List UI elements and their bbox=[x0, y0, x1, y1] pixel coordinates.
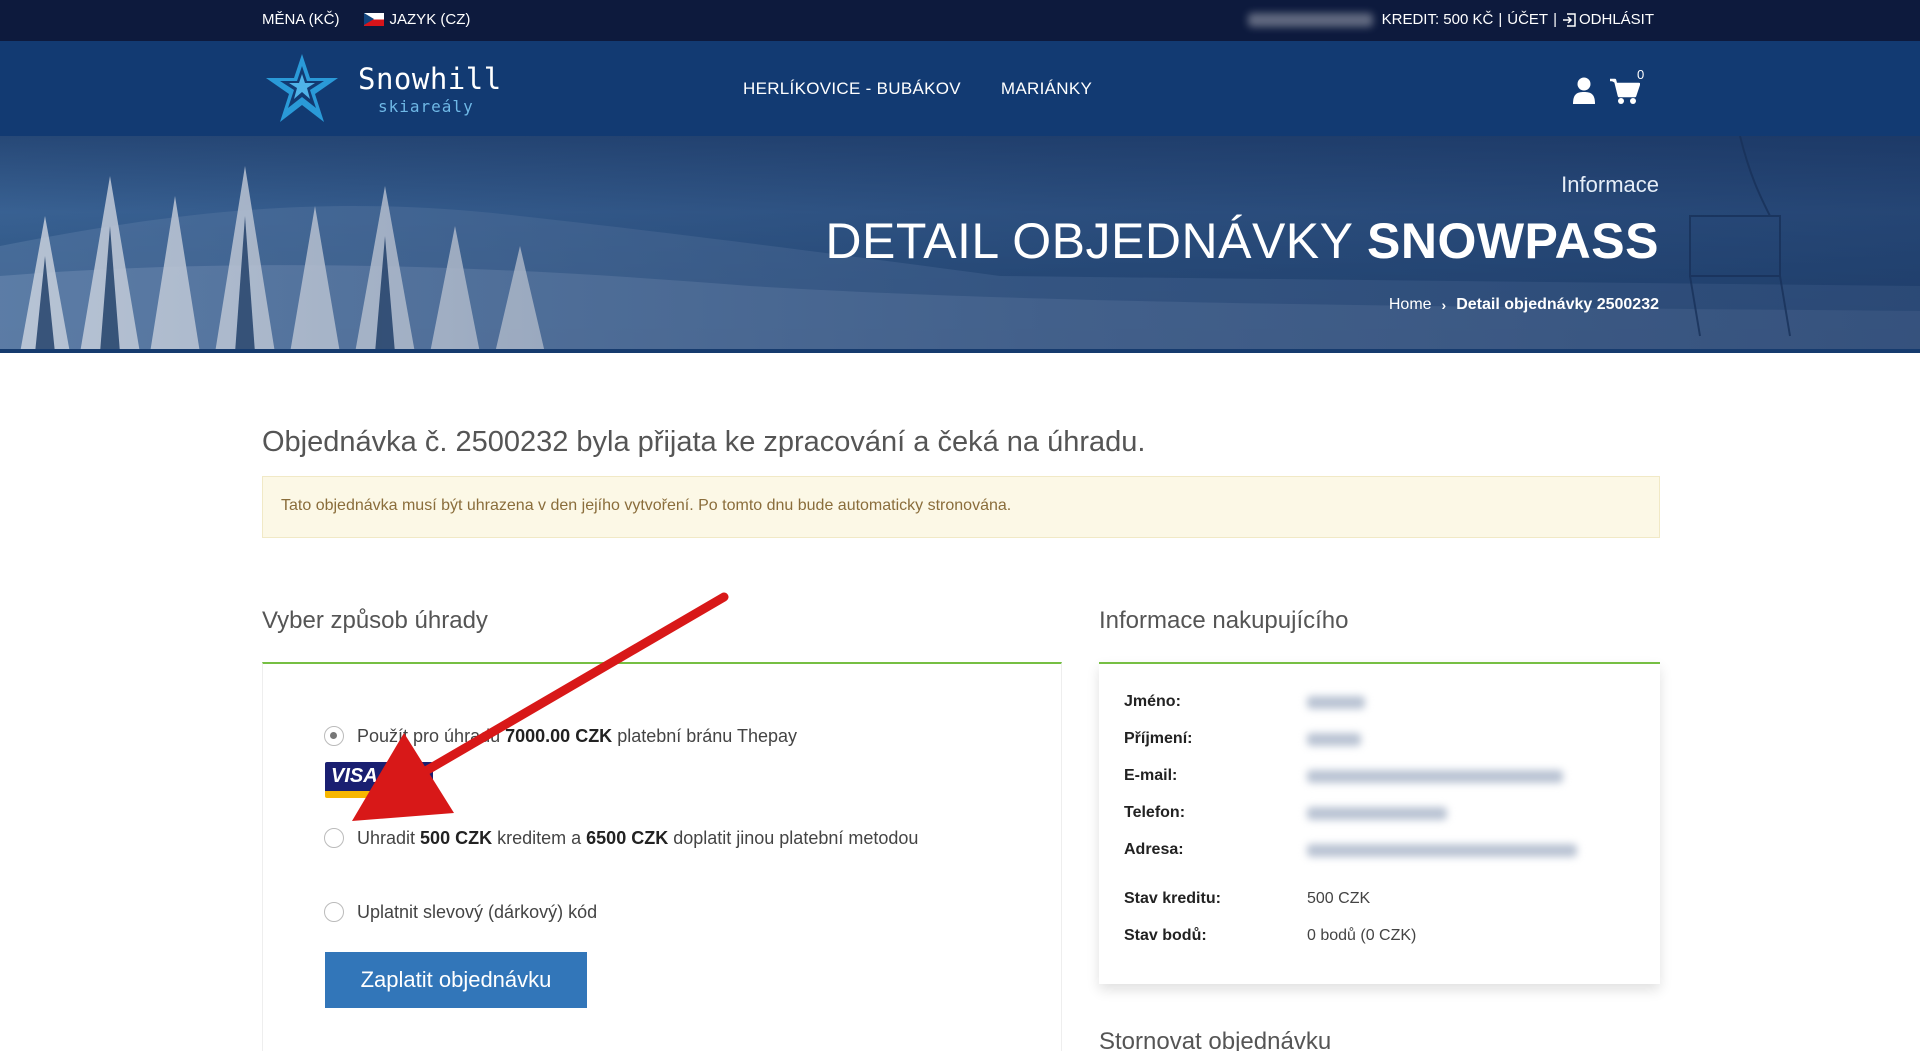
buyer-value-redacted bbox=[1307, 770, 1563, 783]
visa-logo-text: VISA bbox=[325, 762, 433, 791]
nav-item-herlikovice[interactable]: HERLÍKOVICE - BUBÁKOV bbox=[743, 79, 961, 99]
payment-option-credit-label: Uhradit 500 CZK kreditem a 6500 CZK dopl… bbox=[357, 822, 918, 855]
logo-subtitle: skiareály bbox=[378, 97, 474, 116]
buyer-row-phone: Telefon: bbox=[1124, 804, 1447, 822]
credit-label: KREDIT: 500 KČ bbox=[1381, 11, 1494, 28]
snowhill-logo[interactable]: Snowhill skiareály bbox=[262, 52, 501, 124]
buyer-row-last-name: Příjmení: bbox=[1124, 730, 1361, 748]
visa-card-icon: VISA bbox=[325, 762, 433, 798]
separator: | bbox=[1553, 11, 1557, 28]
pay-order-button[interactable]: Zaplatit objednávku bbox=[325, 952, 587, 1008]
page-title-light: DETAIL OBJEDNÁVKY bbox=[825, 213, 1353, 269]
payment-method-title: Vyber způsob úhrady bbox=[262, 607, 488, 634]
payment-option-discount-label: Uplatnit slevový (dárkový) kód bbox=[357, 902, 598, 922]
logout-link[interactable]: ODHLÁSIT bbox=[1562, 11, 1654, 28]
option-rest-amount: 6500 CZK bbox=[586, 828, 669, 848]
payment-option-credit[interactable]: Uhradit 500 CZK kreditem a 6500 CZK dopl… bbox=[324, 822, 944, 855]
buyer-info-panel: Jméno: Příjmení: E-mail: Telefon: Adresa… bbox=[1099, 662, 1660, 984]
buyer-label: E-mail: bbox=[1124, 767, 1178, 784]
breadcrumb-current: Detail objednávky 2500232 bbox=[1456, 296, 1659, 313]
logout-label: ODHLÁSIT bbox=[1578, 11, 1654, 28]
payment-method-panel: Použít pro úhradu 7000.00 CZK platební b… bbox=[262, 662, 1062, 1051]
payment-option-thepay[interactable]: Použít pro úhradu 7000.00 CZK platební b… bbox=[324, 720, 797, 753]
hero-label: Informace bbox=[1561, 172, 1659, 197]
buyer-row-address: Adresa: bbox=[1124, 841, 1577, 859]
credit-status-label: Stav kreditu: bbox=[1124, 890, 1221, 907]
payment-option-discount-code[interactable]: Uplatnit slevový (dárkový) kód bbox=[324, 896, 597, 929]
czech-flag-icon bbox=[363, 13, 384, 26]
option-text: Použít pro úhradu bbox=[357, 726, 501, 746]
top-bar-left: MĚNA (KČ) JAZYK (CZ) bbox=[262, 11, 470, 28]
buyer-label: Telefon: bbox=[1124, 804, 1186, 821]
page-title-bold: SNOWPASS bbox=[1367, 213, 1659, 269]
user-icon[interactable] bbox=[1572, 77, 1596, 104]
user-name-redacted bbox=[1247, 12, 1373, 27]
radio-discount-code[interactable] bbox=[324, 902, 344, 922]
currency-selector[interactable]: MĚNA (KČ) bbox=[262, 11, 340, 28]
radio-credit[interactable] bbox=[324, 828, 344, 848]
hero-divider bbox=[0, 349, 1920, 353]
cart-count-badge: 0 bbox=[1637, 67, 1645, 82]
cancel-order-title: Stornovat objednávku bbox=[1099, 1028, 1332, 1051]
account-link[interactable]: ÚČET bbox=[1507, 11, 1548, 28]
option-text: Uhradit bbox=[357, 828, 416, 848]
buyer-info-title: Informace nakupujícího bbox=[1099, 607, 1349, 634]
star-logo-icon bbox=[266, 54, 338, 122]
main-navbar: Snowhill skiareály HERLÍKOVICE - BUBÁKOV… bbox=[0, 41, 1920, 136]
cart-icon[interactable] bbox=[1610, 78, 1640, 105]
buyer-row-credit: Stav kreditu: 500 CZK bbox=[1124, 890, 1370, 908]
buyer-label: Jméno: bbox=[1124, 693, 1181, 710]
buyer-label: Adresa: bbox=[1124, 841, 1184, 858]
buyer-value-redacted bbox=[1307, 696, 1365, 709]
top-bar: MĚNA (KČ) JAZYK (CZ) KREDIT: 500 KČ | ÚČ… bbox=[0, 0, 1920, 41]
payment-option-thepay-label: Použít pro úhradu 7000.00 CZK platební b… bbox=[357, 720, 797, 753]
nav-links: HERLÍKOVICE - BUBÁKOV MARIÁNKY bbox=[743, 79, 1092, 99]
buyer-label: Příjmení: bbox=[1124, 730, 1193, 747]
buyer-row-points: Stav bodů: 0 bodů (0 CZK) bbox=[1124, 927, 1416, 945]
order-status-heading: Objednávka č. 2500232 byla přijata ke zp… bbox=[262, 426, 1146, 458]
hero-banner: Informace DETAIL OBJEDNÁVKY SNOWPASS Hom… bbox=[0, 136, 1920, 353]
breadcrumb: Home › Detail objednávky 2500232 bbox=[1389, 296, 1659, 314]
buyer-value-redacted bbox=[1307, 733, 1361, 746]
top-bar-right: KREDIT: 500 KČ | ÚČET | ODHLÁSIT bbox=[1247, 11, 1654, 28]
page-title: DETAIL OBJEDNÁVKY SNOWPASS bbox=[825, 212, 1659, 270]
logout-icon bbox=[1562, 12, 1576, 27]
buyer-value-redacted bbox=[1307, 844, 1577, 857]
option-amount: 7000.00 CZK bbox=[505, 726, 613, 746]
alert-text: Tato objednávka musí být uhrazena v den … bbox=[281, 497, 1012, 514]
option-text: kreditem a bbox=[497, 828, 582, 848]
radio-thepay[interactable] bbox=[324, 726, 344, 746]
buyer-row-email: E-mail: bbox=[1124, 767, 1563, 785]
language-selector[interactable]: JAZYK (CZ) bbox=[363, 11, 471, 28]
separator: | bbox=[1498, 11, 1503, 28]
breadcrumb-home[interactable]: Home bbox=[1389, 296, 1432, 314]
breadcrumb-chevron-icon: › bbox=[1441, 297, 1447, 313]
credit-status-value: 500 CZK bbox=[1307, 890, 1371, 907]
language-label: JAZYK (CZ) bbox=[389, 11, 471, 28]
nav-item-marianky[interactable]: MARIÁNKY bbox=[1001, 79, 1092, 99]
logo-brand: Snowhill bbox=[358, 62, 502, 96]
payment-deadline-alert: Tato objednávka musí být uhrazena v den … bbox=[262, 476, 1660, 538]
visa-logo-stripe bbox=[325, 791, 433, 798]
option-text: doplatit jinou platební metodou bbox=[673, 828, 919, 848]
option-credit-amount: 500 CZK bbox=[420, 828, 493, 848]
buyer-row-first-name: Jméno: bbox=[1124, 693, 1365, 711]
buyer-value-redacted bbox=[1307, 807, 1447, 820]
points-status-label: Stav bodů: bbox=[1124, 927, 1207, 944]
option-text: platební bránu Thepay bbox=[617, 726, 798, 746]
points-status-value: 0 bodů (0 CZK) bbox=[1307, 927, 1417, 944]
